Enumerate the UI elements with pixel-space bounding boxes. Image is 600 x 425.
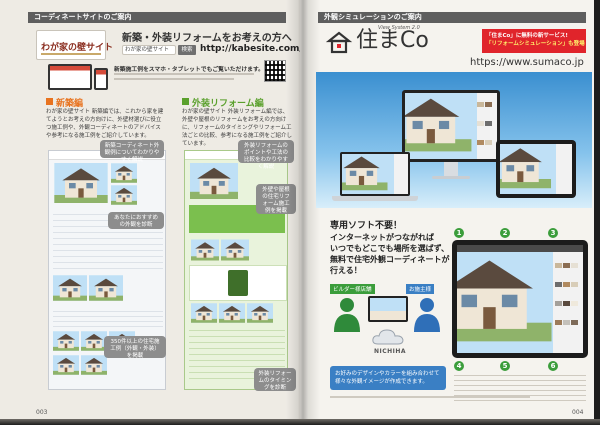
lead-line-4: 無料で住宅外観コーディネートが [330, 255, 450, 264]
simulator-swatch-panel[interactable] [553, 252, 583, 353]
simulator-screen [457, 245, 583, 353]
step-marker-6: 6 [548, 361, 558, 371]
house-photo [191, 239, 219, 261]
content-card [189, 265, 287, 301]
monitor-stand [444, 162, 458, 176]
simulator-house-render [457, 252, 553, 353]
lead-line-1: 専用ソフト不要！ [330, 221, 403, 231]
headline: 新築・外装リフォームをお考えの方へ [122, 33, 292, 44]
house-render [500, 144, 556, 194]
owner-label: お施主様 [406, 284, 435, 294]
callout-examples: 350件以上の住宅施工例（外観・外装）を掲載 [104, 336, 166, 359]
fine-print-line [114, 78, 234, 80]
tablet-screen [500, 144, 572, 194]
magazine-spread: コーディネートサイトのご案内 わが家の壁サイト 新築・外装リフォームをお考えの方… [0, 0, 600, 425]
step-marker-4: 4 [454, 361, 464, 371]
step-marker-1: 1 [454, 228, 464, 238]
swatch-panel [394, 154, 408, 194]
smartphone-image [94, 68, 108, 90]
simulator-tablet [452, 240, 588, 358]
house-render [405, 93, 477, 159]
qr-code[interactable] [264, 60, 286, 82]
house-photo [53, 355, 79, 375]
house-photo [111, 163, 137, 183]
left-page-header: コーディネートサイトのご案内 [28, 12, 286, 23]
house-photo [89, 275, 123, 301]
kabesite-logo: わが家の壁サイト [36, 30, 113, 60]
promo-box: 「住まCo」に無料の新サービス! 「リフォームシミュレーション」も登場 [482, 29, 586, 53]
shared-screen-icon [368, 296, 408, 322]
lead-line-5: 行える！ [330, 266, 362, 275]
right-page-header: 外観シミュレーションのご案内 [318, 12, 586, 23]
laptop-screen [342, 154, 408, 194]
monitor-base [432, 176, 470, 179]
house-photo [219, 303, 245, 323]
lead-line-2: インターネットがつながれば [330, 233, 434, 242]
house-photo [53, 275, 87, 301]
devices-hero [316, 72, 592, 208]
new-build-body: わが家の壁サイト 新築編では、これから家を建てようとお考えの方向けに、外壁材選び… [46, 109, 164, 139]
sumaco-logo: 住まCo [356, 28, 429, 53]
shared-screen [370, 298, 406, 320]
scan-edge-right [594, 0, 600, 425]
gutter-shadow [286, 0, 320, 425]
step-marker-3: 3 [548, 228, 558, 238]
text-block [53, 307, 163, 327]
phone-screen [96, 70, 106, 88]
monitor-screen [405, 93, 497, 159]
tablet-image [48, 64, 92, 90]
sumaco-house-icon [326, 31, 352, 54]
callout-coordinate-guide: 新築コーディネート外観例についてわかりやすく解説 [100, 140, 164, 163]
nichiha-label: NICHIHA [374, 348, 407, 355]
tablet-screen [50, 66, 90, 88]
house-photo [221, 239, 249, 261]
callout-diagnosis: あなたにおすすめの外観を診断 [108, 212, 164, 229]
scan-edge-bottom [0, 419, 600, 425]
cloud-icon [372, 329, 404, 345]
laptop-image [340, 152, 410, 196]
fine-print-line [330, 396, 530, 398]
reform-icon [182, 98, 189, 105]
logo-text: わが家の壁サイト [41, 43, 114, 53]
simulator-toolbar[interactable] [457, 245, 583, 252]
builder-person-icon [334, 298, 360, 332]
featured-house-photo [53, 163, 109, 203]
swatch-panel [477, 93, 497, 159]
owner-person-icon [414, 298, 440, 332]
house-photo [53, 331, 79, 351]
laptop-base [332, 196, 418, 201]
featured-house-photo [189, 163, 239, 199]
house-photo [247, 303, 273, 323]
logo-underline [41, 53, 101, 55]
new-build-icon [46, 98, 53, 105]
house-render [342, 154, 394, 194]
fine-print-line [114, 73, 254, 75]
promo-line-1: 「住まCo」に無料の新サービス! [486, 33, 568, 39]
house-photo [81, 355, 107, 375]
tablet-image [496, 140, 576, 198]
page-number-left: 003 [36, 409, 48, 416]
step-marker-5: 5 [500, 361, 510, 371]
sumaco-url[interactable]: https://www.sumaco.jp [470, 57, 584, 68]
search-button[interactable]: 検索 [178, 45, 196, 55]
swatch-panel [556, 144, 572, 194]
search-box[interactable]: わが家の壁サイト [122, 45, 176, 55]
page-number-right: 004 [572, 409, 584, 416]
bottom-note: お好みのデザインやカラーを組み合わせて様々な外観イメージが作成できます。 [330, 366, 446, 390]
builder-label: ビルダー様店舗 [330, 284, 375, 294]
dark-badge [228, 270, 248, 296]
house-photo [111, 185, 137, 205]
connection-diagram: ビルダー様店舗 お施主様 NICHIHA [328, 282, 448, 362]
monitor-image [402, 90, 500, 162]
step-marker-2: 2 [500, 228, 510, 238]
promo-line-2: 「リフォームシミュレーション」も登場 [486, 41, 585, 47]
mobile-note: 新築施工例をスマホ・タブレットでもご覧いただけます。 [114, 67, 264, 73]
lead-line-3: いつでもどこでも場所を選ばず、 [330, 244, 450, 253]
house-photo [191, 303, 217, 323]
